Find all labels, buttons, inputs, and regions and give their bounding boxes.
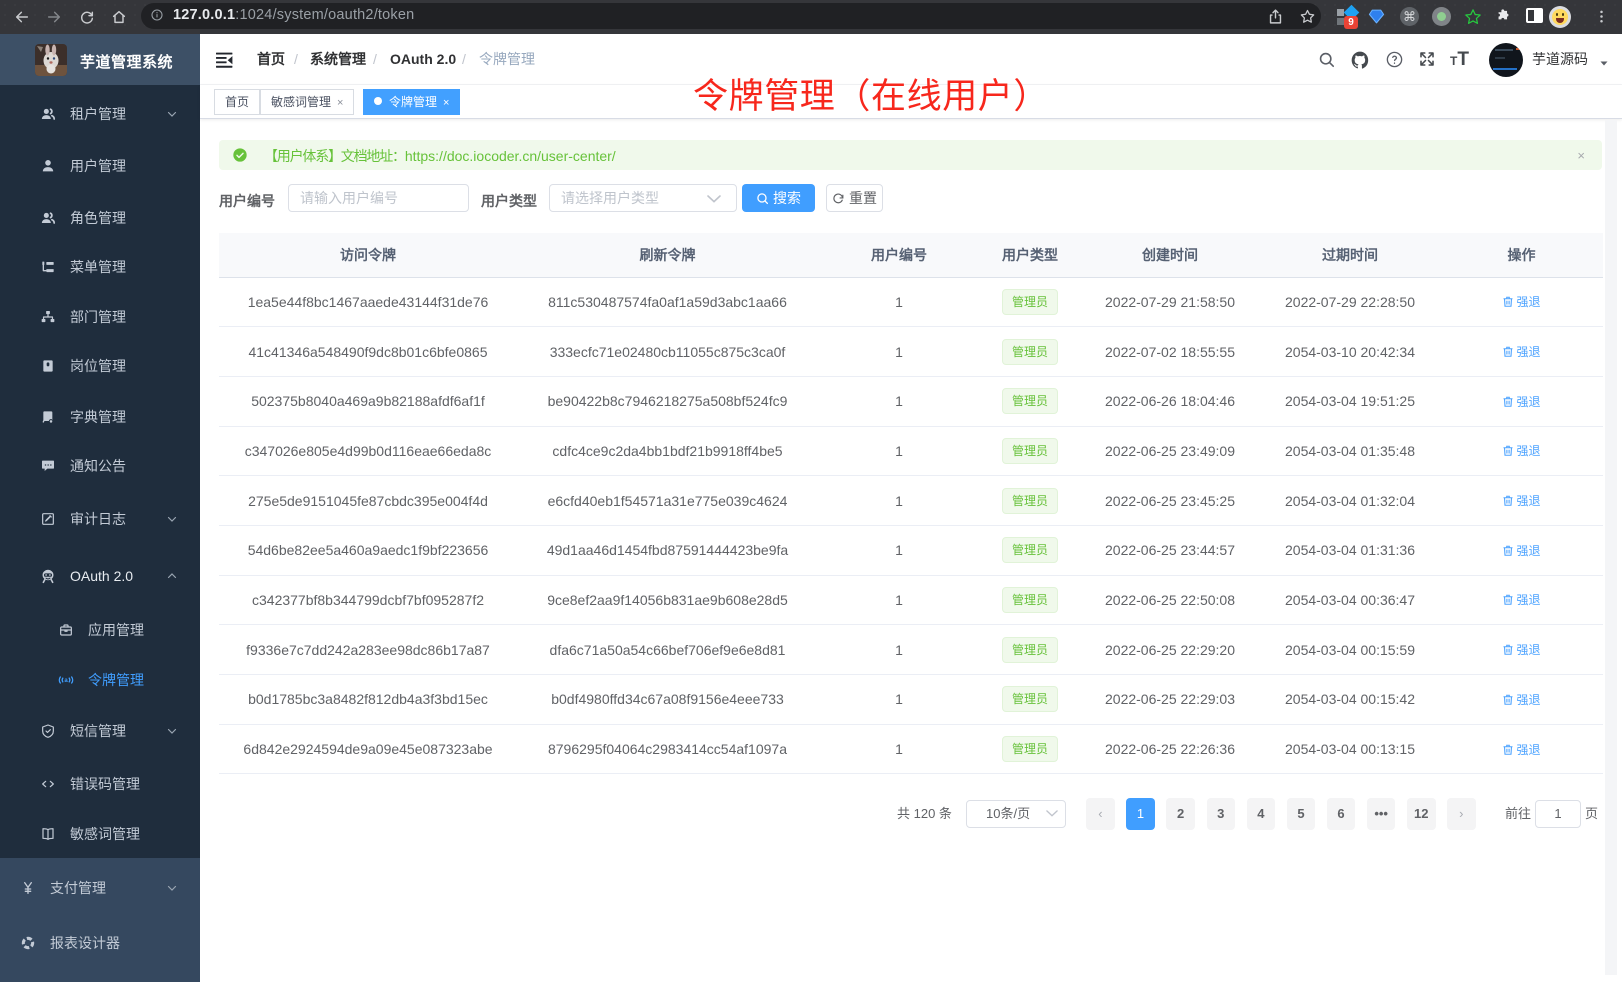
svg-text:a: a	[64, 678, 68, 684]
